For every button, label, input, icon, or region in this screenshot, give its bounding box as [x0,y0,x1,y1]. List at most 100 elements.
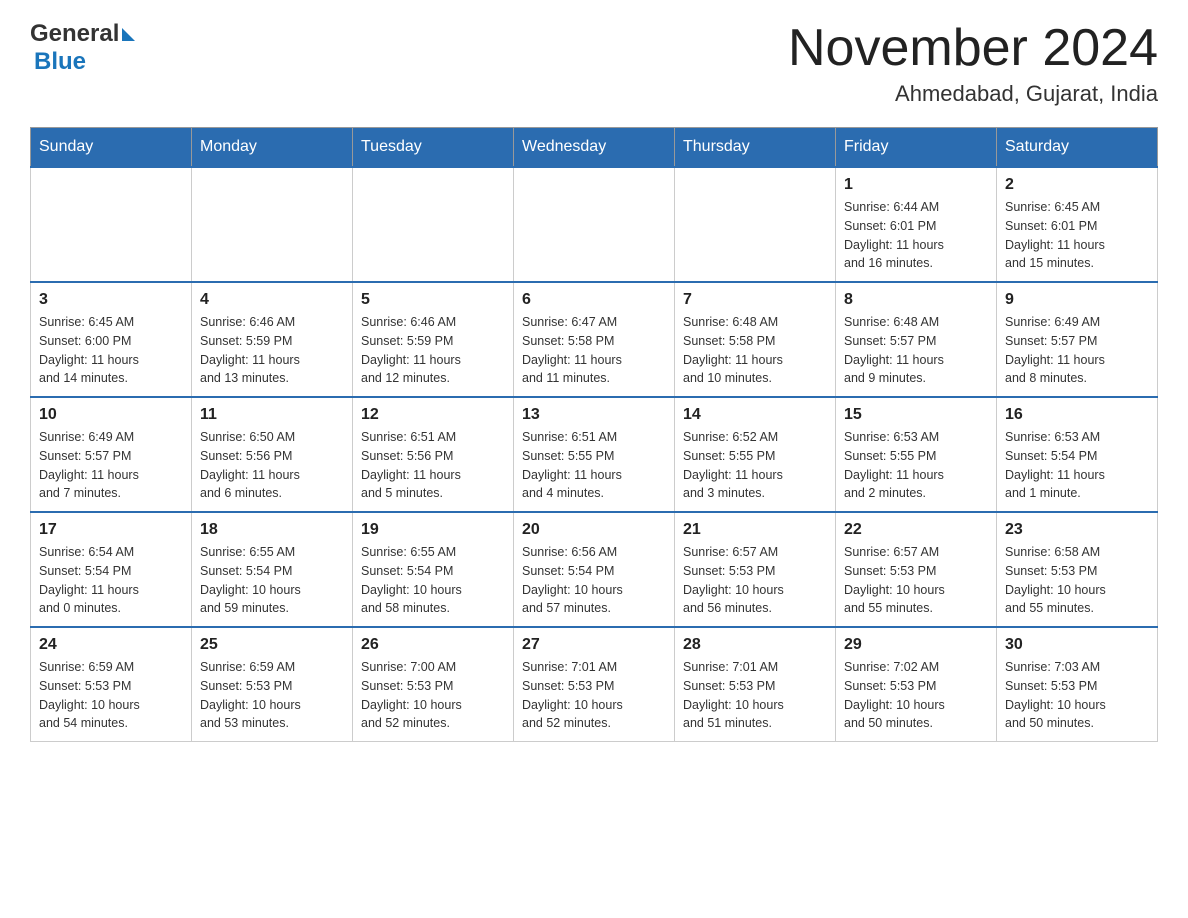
week-row-5: 24 Sunrise: 6:59 AM Sunset: 5:53 PM Dayli… [31,627,1158,742]
calendar-cell: 17 Sunrise: 6:54 AM Sunset: 5:54 PM Dayli… [31,512,192,627]
day-info-text: Sunrise: 6:53 AM Sunset: 5:54 PM Dayligh… [1005,428,1149,503]
day-info-text: Sunrise: 7:01 AM Sunset: 5:53 PM Dayligh… [683,658,827,733]
calendar-header-row: Sunday Monday Tuesday Wednesday Thursday… [31,128,1158,168]
calendar-cell: 6 Sunrise: 6:47 AM Sunset: 5:58 PM Daylig… [514,282,675,397]
day-number: 12 [361,406,505,424]
col-monday: Monday [192,128,353,168]
calendar-cell [353,167,514,282]
calendar-cell [31,167,192,282]
day-number: 27 [522,636,666,654]
day-number: 25 [200,636,344,654]
calendar-cell: 29 Sunrise: 7:02 AM Sunset: 5:53 PM Dayli… [836,627,997,742]
day-info-text: Sunrise: 6:57 AM Sunset: 5:53 PM Dayligh… [844,543,988,618]
day-number: 29 [844,636,988,654]
day-info-text: Sunrise: 6:54 AM Sunset: 5:54 PM Dayligh… [39,543,183,618]
logo-blue-text: Blue [34,48,86,75]
day-info-text: Sunrise: 6:49 AM Sunset: 5:57 PM Dayligh… [39,428,183,503]
day-number: 14 [683,406,827,424]
day-number: 17 [39,521,183,539]
calendar-cell: 13Sunrise: 6:51 AM Sunset: 5:55 PM Dayli… [514,397,675,512]
calendar-cell: 16 Sunrise: 6:53 AM Sunset: 5:54 PM Dayli… [997,397,1158,512]
day-number: 21 [683,521,827,539]
logo: General Blue [30,20,135,76]
title-section: November 2024 Ahmedabad, Gujarat, India [788,20,1158,107]
calendar-cell: 9 Sunrise: 6:49 AM Sunset: 5:57 PM Daylig… [997,282,1158,397]
month-title: November 2024 [788,20,1158,77]
calendar-cell: 12 Sunrise: 6:51 AM Sunset: 5:56 PM Dayli… [353,397,514,512]
day-number: 1 [844,176,988,194]
calendar-cell: 19 Sunrise: 6:55 AM Sunset: 5:54 PM Dayli… [353,512,514,627]
day-info-text: Sunrise: 6:47 AM Sunset: 5:58 PM Dayligh… [522,313,666,388]
day-info-text: Sunrise: 6:55 AM Sunset: 5:54 PM Dayligh… [361,543,505,618]
calendar-cell: 21 Sunrise: 6:57 AM Sunset: 5:53 PM Dayli… [675,512,836,627]
calendar-cell [675,167,836,282]
calendar-cell: 3 Sunrise: 6:45 AM Sunset: 6:00 PM Daylig… [31,282,192,397]
day-number: 22 [844,521,988,539]
col-thursday: Thursday [675,128,836,168]
week-row-3: 10 Sunrise: 6:49 AM Sunset: 5:57 PM Dayli… [31,397,1158,512]
day-number: 7 [683,291,827,309]
logo-triangle-icon [122,28,135,41]
day-info-text: Sunrise: 6:57 AM Sunset: 5:53 PM Dayligh… [683,543,827,618]
calendar-cell: 8Sunrise: 6:48 AM Sunset: 5:57 PM Daylig… [836,282,997,397]
calendar-cell: 2 Sunrise: 6:45 AM Sunset: 6:01 PM Daylig… [997,167,1158,282]
day-number: 6 [522,291,666,309]
calendar-cell: 25 Sunrise: 6:59 AM Sunset: 5:53 PM Dayli… [192,627,353,742]
calendar-cell [514,167,675,282]
day-info-text: Sunrise: 6:45 AM Sunset: 6:01 PM Dayligh… [1005,198,1149,273]
day-number: 8 [844,291,988,309]
day-number: 10 [39,406,183,424]
location-text: Ahmedabad, Gujarat, India [788,81,1158,107]
calendar-cell: 4 Sunrise: 6:46 AM Sunset: 5:59 PM Daylig… [192,282,353,397]
calendar-cell: 24 Sunrise: 6:59 AM Sunset: 5:53 PM Dayli… [31,627,192,742]
day-number: 2 [1005,176,1149,194]
day-number: 9 [1005,291,1149,309]
day-info-text: Sunrise: 6:59 AM Sunset: 5:53 PM Dayligh… [200,658,344,733]
day-info-text: Sunrise: 7:02 AM Sunset: 5:53 PM Dayligh… [844,658,988,733]
calendar-cell: 11 Sunrise: 6:50 AM Sunset: 5:56 PM Dayli… [192,397,353,512]
calendar-cell: 7 Sunrise: 6:48 AM Sunset: 5:58 PM Daylig… [675,282,836,397]
day-number: 3 [39,291,183,309]
day-info-text: Sunrise: 6:48 AM Sunset: 5:58 PM Dayligh… [683,313,827,388]
day-info-text: Sunrise: 6:46 AM Sunset: 5:59 PM Dayligh… [200,313,344,388]
day-number: 5 [361,291,505,309]
col-saturday: Saturday [997,128,1158,168]
day-number: 20 [522,521,666,539]
day-info-text: Sunrise: 6:52 AM Sunset: 5:55 PM Dayligh… [683,428,827,503]
col-friday: Friday [836,128,997,168]
calendar-cell: 5Sunrise: 6:46 AM Sunset: 5:59 PM Daylig… [353,282,514,397]
calendar-table: Sunday Monday Tuesday Wednesday Thursday… [30,127,1158,742]
week-row-1: 1 Sunrise: 6:44 AM Sunset: 6:01 PM Daylig… [31,167,1158,282]
day-info-text: Sunrise: 6:49 AM Sunset: 5:57 PM Dayligh… [1005,313,1149,388]
calendar-cell: 14 Sunrise: 6:52 AM Sunset: 5:55 PM Dayli… [675,397,836,512]
day-number: 30 [1005,636,1149,654]
day-info-text: Sunrise: 6:50 AM Sunset: 5:56 PM Dayligh… [200,428,344,503]
day-info-text: Sunrise: 6:51 AM Sunset: 5:56 PM Dayligh… [361,428,505,503]
day-number: 24 [39,636,183,654]
day-number: 4 [200,291,344,309]
day-info-text: Sunrise: 7:03 AM Sunset: 5:53 PM Dayligh… [1005,658,1149,733]
week-row-2: 3 Sunrise: 6:45 AM Sunset: 6:00 PM Daylig… [31,282,1158,397]
day-info-text: Sunrise: 7:01 AM Sunset: 5:53 PM Dayligh… [522,658,666,733]
day-info-text: Sunrise: 6:59 AM Sunset: 5:53 PM Dayligh… [39,658,183,733]
day-number: 11 [200,406,344,424]
day-info-text: Sunrise: 6:44 AM Sunset: 6:01 PM Dayligh… [844,198,988,273]
col-wednesday: Wednesday [514,128,675,168]
col-tuesday: Tuesday [353,128,514,168]
day-info-text: Sunrise: 6:58 AM Sunset: 5:53 PM Dayligh… [1005,543,1149,618]
day-number: 15 [844,406,988,424]
week-row-4: 17 Sunrise: 6:54 AM Sunset: 5:54 PM Dayli… [31,512,1158,627]
calendar-cell [192,167,353,282]
col-sunday: Sunday [31,128,192,168]
day-number: 19 [361,521,505,539]
calendar-cell: 22 Sunrise: 6:57 AM Sunset: 5:53 PM Dayli… [836,512,997,627]
day-info-text: Sunrise: 6:45 AM Sunset: 6:00 PM Dayligh… [39,313,183,388]
page-header: General Blue November 2024 Ahmedabad, Gu… [30,20,1158,107]
day-number: 16 [1005,406,1149,424]
calendar-cell: 23Sunrise: 6:58 AM Sunset: 5:53 PM Dayli… [997,512,1158,627]
calendar-cell: 1 Sunrise: 6:44 AM Sunset: 6:01 PM Daylig… [836,167,997,282]
day-info-text: Sunrise: 7:00 AM Sunset: 5:53 PM Dayligh… [361,658,505,733]
logo-general-text: General [30,20,119,48]
calendar-cell: 15Sunrise: 6:53 AM Sunset: 5:55 PM Dayli… [836,397,997,512]
calendar-cell: 28Sunrise: 7:01 AM Sunset: 5:53 PM Dayli… [675,627,836,742]
